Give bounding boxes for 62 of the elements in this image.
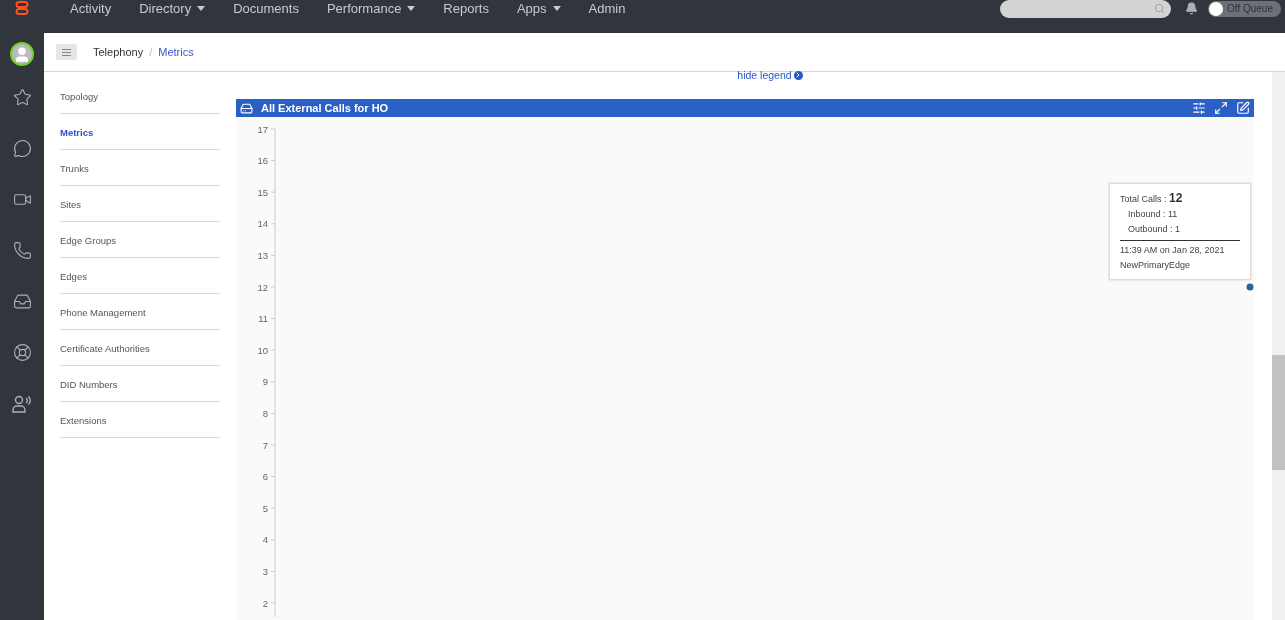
menu-button[interactable] [56, 44, 77, 60]
breadcrumb-link[interactable]: Metrics [158, 46, 194, 58]
search-field[interactable] [1000, 0, 1172, 18]
chat-icon[interactable] [12, 139, 32, 158]
y-tick-label: 12 [257, 281, 268, 293]
hide-legend-link[interactable]: hide legend [737, 69, 803, 81]
nav-menu-item[interactable]: Performance [312, 0, 430, 17]
y-tick-label: 5 [262, 502, 268, 514]
y-tick-label: 11 [258, 313, 268, 325]
y-tick-label: 10 [257, 344, 268, 356]
side-nav-item[interactable]: DID Numbers [60, 366, 220, 402]
breadcrumb-separator: / [149, 46, 153, 58]
nav-menu-item[interactable]: Apps [502, 0, 575, 17]
side-nav-item[interactable]: Sites [60, 186, 220, 222]
tooltip-total: Total Calls : 12 [1120, 191, 1184, 207]
y-tick-label: 7 [262, 439, 268, 451]
y-tick-label: 9 [262, 376, 268, 388]
y-tick-label: 17 [257, 123, 268, 135]
tooltip-line: Outbound : 1 [1127, 223, 1182, 236]
nav-menu-item[interactable]: Reports [429, 0, 503, 17]
nav-menu-item[interactable]: Activity [56, 0, 126, 17]
y-tick-label: 14 [257, 218, 268, 230]
side-nav-item[interactable]: Certificate Authorities [60, 330, 220, 366]
y-tick-label: 6 [262, 471, 268, 483]
y-tick-label: 4 [262, 534, 268, 546]
side-nav-item[interactable]: Trunks [60, 150, 220, 186]
tooltip-line: Inbound : 11 [1127, 208, 1179, 221]
tooltip-edge: NewPrimaryEdge [1120, 259, 1192, 272]
side-nav-item[interactable]: Metrics [60, 114, 220, 150]
menu-icon [62, 48, 71, 56]
phone-icon[interactable] [12, 241, 32, 260]
nav-menu-item[interactable]: Admin [574, 0, 640, 17]
lifebuoy-icon[interactable] [12, 343, 32, 362]
y-tick-label: 13 [257, 249, 268, 261]
search-icon [1154, 3, 1166, 14]
avatar[interactable] [10, 42, 34, 66]
y-tick-label: 2 [262, 597, 268, 609]
inbox-icon[interactable] [12, 292, 32, 311]
side-nav-item[interactable]: Edge Groups [60, 222, 220, 258]
settings-button[interactable] [1192, 101, 1206, 115]
y-tick-label: 3 [262, 565, 268, 577]
y-tick-label: 8 [262, 407, 268, 419]
side-nav-item[interactable]: Phone Management [60, 294, 220, 330]
star-icon[interactable] [12, 88, 32, 107]
tooltip-time: 11:39 AM on Jan 28, 2021 [1120, 244, 1226, 257]
side-nav-item[interactable]: Edges [60, 258, 220, 294]
nav-menu-item[interactable]: Documents [219, 0, 313, 17]
y-tick-label: 16 [257, 155, 268, 167]
data-point[interactable] [1246, 283, 1254, 291]
edit-button[interactable] [1236, 101, 1250, 115]
y-tick-label: 15 [257, 186, 268, 198]
expand-button[interactable] [1214, 101, 1228, 115]
bell-icon[interactable] [1185, 2, 1199, 15]
logo-icon[interactable] [15, 0, 29, 18]
scrollbar[interactable] [1272, 72, 1285, 620]
drive-icon [240, 101, 253, 115]
panel-title: All External Calls for HO [261, 102, 390, 114]
breadcrumb-link[interactable]: Telephony [93, 46, 144, 58]
person-voice-icon[interactable] [12, 394, 32, 414]
side-nav-item[interactable]: Topology [60, 78, 220, 114]
side-nav-item[interactable]: Extensions [60, 402, 220, 438]
nav-menu-item[interactable]: Directory [125, 0, 220, 17]
